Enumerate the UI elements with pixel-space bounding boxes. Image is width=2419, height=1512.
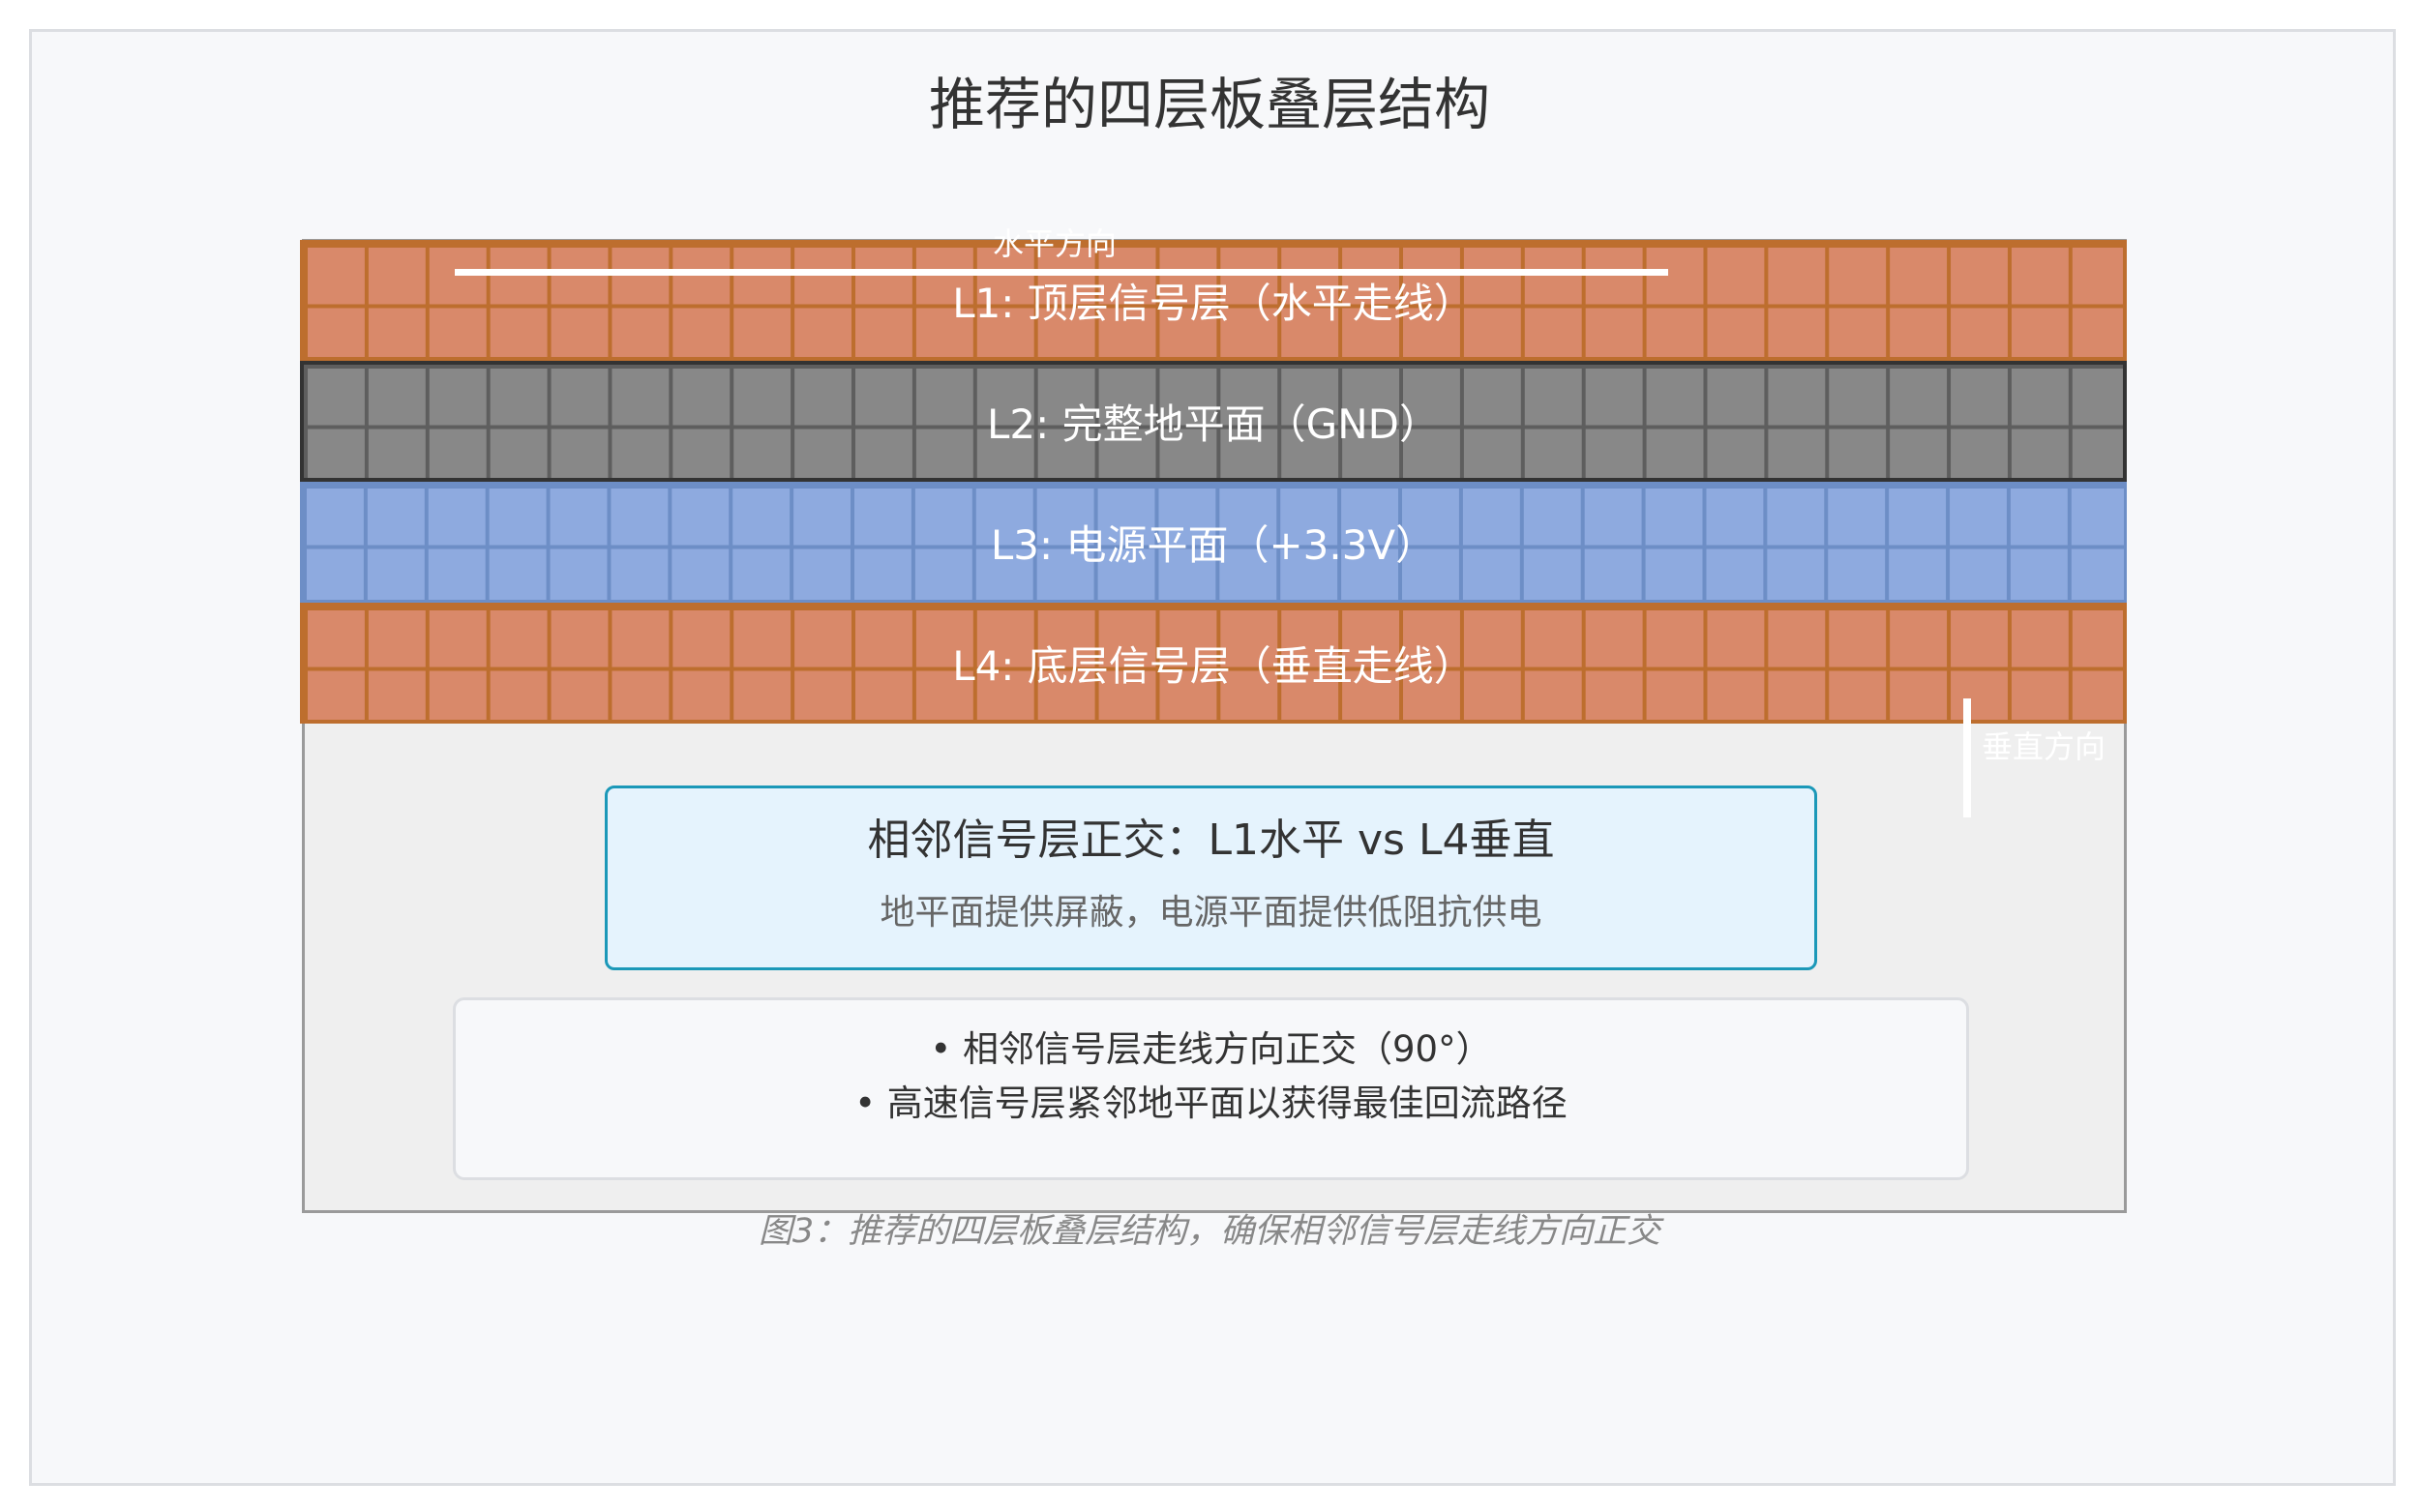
- callout-subtitle: 地平面提供屏蔽，电源平面提供低阻抗供电: [880, 893, 1542, 933]
- layer-l2-ground-plane: L2: 完整地平面（GND）: [300, 361, 2127, 482]
- notes-box: • 相邻信号层走线方向正交（90°） • 高速信号层紧邻地平面以获得最佳回流路径: [453, 997, 1969, 1180]
- layer-l3-label: L3: 电源平面（+3.3V）: [990, 521, 1437, 569]
- layer-l4-label: L4: 底层信号层（垂直走线）: [952, 642, 1475, 690]
- horizontal-direction-label: 水平方向: [993, 225, 1118, 262]
- vertical-direction-line: [1963, 698, 1971, 817]
- layer-l1-top-signal: L1: 顶层信号层（水平走线）: [300, 240, 2127, 361]
- diagram-title: 推荐的四层板叠层结构: [928, 72, 1490, 137]
- note-item: • 高速信号层紧邻地平面以获得最佳回流路径: [854, 1082, 1568, 1124]
- layer-l1-label: L1: 顶层信号层（水平走线）: [952, 280, 1475, 327]
- callout-title: 相邻信号层正交：L1水平 vs L4垂直: [867, 815, 1555, 865]
- layer-l4-bottom-signal: L4: 底层信号层（垂直走线）: [300, 603, 2127, 724]
- note-item: • 相邻信号层走线方向正交（90°）: [930, 1028, 1492, 1070]
- layer-l3-power-plane: L3: 电源平面（+3.3V）: [300, 482, 2127, 603]
- layer-l2-label: L2: 完整地平面（GND）: [987, 400, 1440, 448]
- orthogonal-callout-box: 相邻信号层正交：L1水平 vs L4垂直 地平面提供屏蔽，电源平面提供低阻抗供电: [605, 786, 1817, 970]
- vertical-direction-label: 垂直方向: [1982, 728, 2106, 765]
- figure-caption: 图3：推荐的四层板叠层结构，确保相邻信号层走线方向正交: [758, 1212, 1661, 1251]
- horizontal-direction-line: [455, 269, 1668, 276]
